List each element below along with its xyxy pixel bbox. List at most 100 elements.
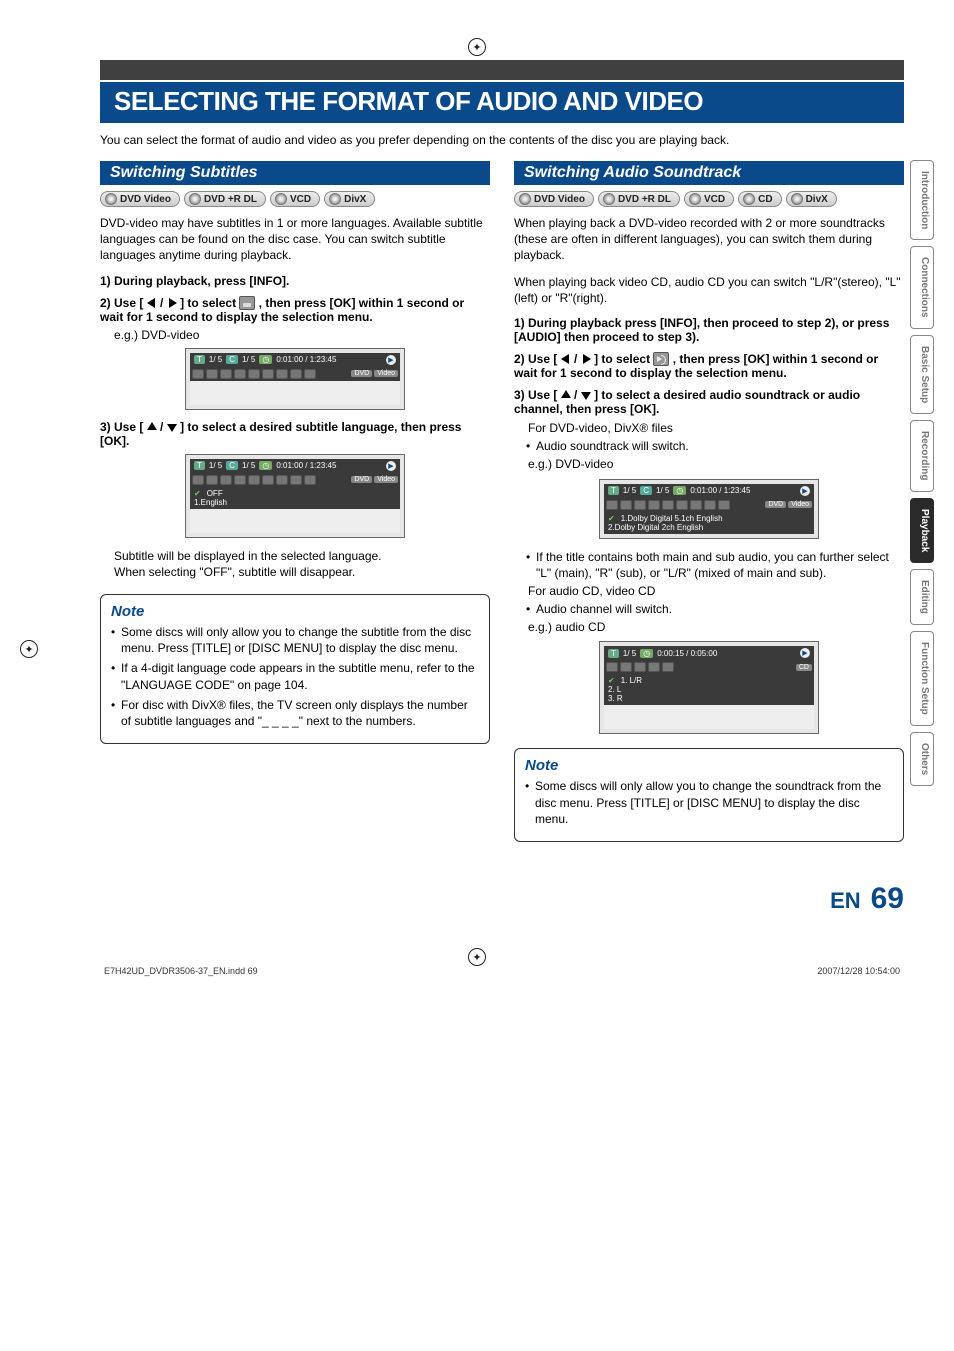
left-note-box: Note Some discs will only allow you to c… <box>100 594 490 744</box>
right-step3: 3) Use [ / ] to select a desired audio s… <box>514 388 904 416</box>
for-cd-line: For audio CD, video CD <box>514 583 904 599</box>
osd-clock-icon: ◷ <box>259 355 272 364</box>
note-item: For disc with DivX® files, the TV screen… <box>111 697 479 729</box>
for-dvd-line: For DVD-video, DivX® files <box>514 420 904 436</box>
left-after-a: Subtitle will be displayed in the select… <box>100 548 490 564</box>
left-column: Switching Subtitles DVD Video DVD +R DL … <box>100 161 490 842</box>
registration-mark-left <box>20 640 38 658</box>
right-bullet3: Audio channel will switch. <box>514 601 904 617</box>
note-heading: Note <box>111 603 479 620</box>
right-osd1: T1/ 5 C1/ 5 ◷0:01:00 / 1:23:45 ▶ DVDVide… <box>599 479 819 539</box>
right-para1: When playing back a DVD-video recorded w… <box>514 215 904 264</box>
print-meta-footer: E7H42UD_DVDR3506-37_EN.indd 69 2007/12/2… <box>100 966 904 976</box>
right-bullet2: If the title contains both main and sub … <box>514 549 904 581</box>
osd-t-icon: T <box>194 355 205 364</box>
intro-text: You can select the format of audio and v… <box>100 133 904 147</box>
left-step2: 2) Use [ / ] to select , then press [OK]… <box>100 296 490 324</box>
page-footer: EN 69 <box>100 882 904 916</box>
down-arrow-icon <box>581 390 591 400</box>
page: SELECTING THE FORMAT OF AUDIO AND VIDEO … <box>0 0 954 1006</box>
tab-recording[interactable]: Recording <box>910 420 934 491</box>
subtitle-osd-icon <box>239 296 255 310</box>
badge-dvd-video: DVD Video <box>514 191 594 207</box>
badge-divx: DivX <box>786 191 837 207</box>
tab-introduction[interactable]: Introduction <box>910 160 934 240</box>
osd-mini-icon <box>192 369 204 379</box>
right-bullet1: Audio soundtrack will switch. <box>514 438 904 454</box>
osd-chapter-count: 1/ 5 <box>242 355 255 364</box>
registration-mark-top <box>468 38 486 56</box>
badge-dvd-video: DVD Video <box>100 191 180 207</box>
osd-option-r: 3. R <box>608 694 810 703</box>
left-disc-badges: DVD Video DVD +R DL VCD DivX <box>100 191 490 207</box>
badge-divx: DivX <box>324 191 375 207</box>
header-band <box>100 60 904 80</box>
meta-left: E7H42UD_DVDR3506-37_EN.indd 69 <box>104 966 258 976</box>
footer-lang: EN <box>830 888 861 914</box>
osd-option-english: 1.English <box>194 498 396 507</box>
right-disc-badges: DVD Video DVD +R DL VCD CD DivX <box>514 191 904 207</box>
left-para1: DVD-video may have subtitles in 1 or mor… <box>100 215 490 264</box>
osd-title-count: 1/ 5 <box>209 355 222 364</box>
osd-top-bar: T1/ 5 C1/ 5 ◷0:01:00 / 1:23:45 ▶ <box>190 459 400 473</box>
tab-editing[interactable]: Editing <box>910 569 934 625</box>
note-list: Some discs will only allow you to change… <box>525 778 893 827</box>
down-arrow-icon <box>167 422 177 432</box>
registration-mark-bottom <box>468 948 486 966</box>
right-eg2: e.g.) audio CD <box>514 619 904 635</box>
osd-play-icon: ▶ <box>386 461 396 471</box>
osd-play-icon: ▶ <box>386 355 396 365</box>
osd-play-icon: ▶ <box>800 486 810 496</box>
right-osd2: T1/ 5 ◷0:00:15 / 0:05:00 ▶ CD 1. L/R 2. … <box>599 641 819 734</box>
osd-option-off: OFF <box>194 489 396 498</box>
tab-basic-setup[interactable]: Basic Setup <box>910 335 934 414</box>
right-arrow-icon <box>167 298 177 308</box>
badge-dvd-rdl: DVD +R DL <box>184 191 266 207</box>
left-arrow-icon <box>147 298 157 308</box>
osd-time: 0:01:00 / 1:23:45 <box>276 355 336 364</box>
meta-right: 2007/12/28 10:54:00 <box>817 966 900 976</box>
left-osd1: T 1/ 5 C 1/ 5 ◷ 0:01:00 / 1:23:45 ▶ DVDV… <box>185 348 405 410</box>
osd-option-lr: 1. L/R <box>608 676 810 685</box>
right-step2: 2) Use [ / ] to select , then press [OK]… <box>514 352 904 380</box>
audio-osd-icon <box>653 352 669 366</box>
osd-icon-row: DVDVideo <box>190 367 400 381</box>
left-eg1: e.g.) DVD-video <box>114 328 490 342</box>
footer-page-number: 69 <box>871 882 904 916</box>
two-column-layout: Switching Subtitles DVD Video DVD +R DL … <box>100 161 904 842</box>
left-heading: Switching Subtitles <box>100 161 490 185</box>
note-item: If a 4-digit language code appears in th… <box>111 660 479 692</box>
left-step3: 3) Use [ / ] to select a desired subtitl… <box>100 420 490 448</box>
note-heading: Note <box>525 757 893 774</box>
tab-playback[interactable]: Playback <box>910 498 934 563</box>
osd-body-empty <box>190 381 400 405</box>
badge-cd: CD <box>738 191 781 207</box>
osd-mode-label: Video <box>374 370 398 377</box>
up-arrow-icon <box>147 422 157 432</box>
osd-channel-list: 1. L/R 2. L 3. R <box>604 674 814 705</box>
tab-function-setup[interactable]: Function Setup <box>910 631 934 726</box>
right-step1: 1) During playback press [INFO], then pr… <box>514 316 904 344</box>
osd-option-l: 2. L <box>608 685 810 694</box>
right-eg1: e.g.) DVD-video <box>514 456 904 472</box>
note-item: Some discs will only allow you to change… <box>111 624 479 656</box>
page-title: SELECTING THE FORMAT OF AUDIO AND VIDEO <box>100 82 904 123</box>
osd-disc-label: DVD <box>351 370 372 377</box>
right-note-box: Note Some discs will only allow you to c… <box>514 748 904 842</box>
right-para2: When playing back video CD, audio CD you… <box>514 274 904 306</box>
osd-play-icon: ▶ <box>800 648 810 658</box>
tab-connections[interactable]: Connections <box>910 246 934 329</box>
osd-icon-row: DVDVideo <box>190 473 400 487</box>
note-item: Some discs will only allow you to change… <box>525 778 893 827</box>
right-heading: Switching Audio Soundtrack <box>514 161 904 185</box>
tab-others[interactable]: Others <box>910 732 934 786</box>
osd-c-icon: C <box>226 355 238 364</box>
left-osd2: T1/ 5 C1/ 5 ◷0:01:00 / 1:23:45 ▶ DVDVide… <box>185 454 405 538</box>
osd-subtitle-list: OFF 1.English <box>190 487 400 509</box>
note-list: Some discs will only allow you to change… <box>111 624 479 729</box>
badge-vcd: VCD <box>684 191 734 207</box>
side-tabs: Introduction Connections Basic Setup Rec… <box>910 160 934 786</box>
left-arrow-icon <box>561 354 571 364</box>
osd-top-bar: T 1/ 5 C 1/ 5 ◷ 0:01:00 / 1:23:45 ▶ <box>190 353 400 367</box>
left-after-b: When selecting "OFF", subtitle will disa… <box>100 564 490 580</box>
